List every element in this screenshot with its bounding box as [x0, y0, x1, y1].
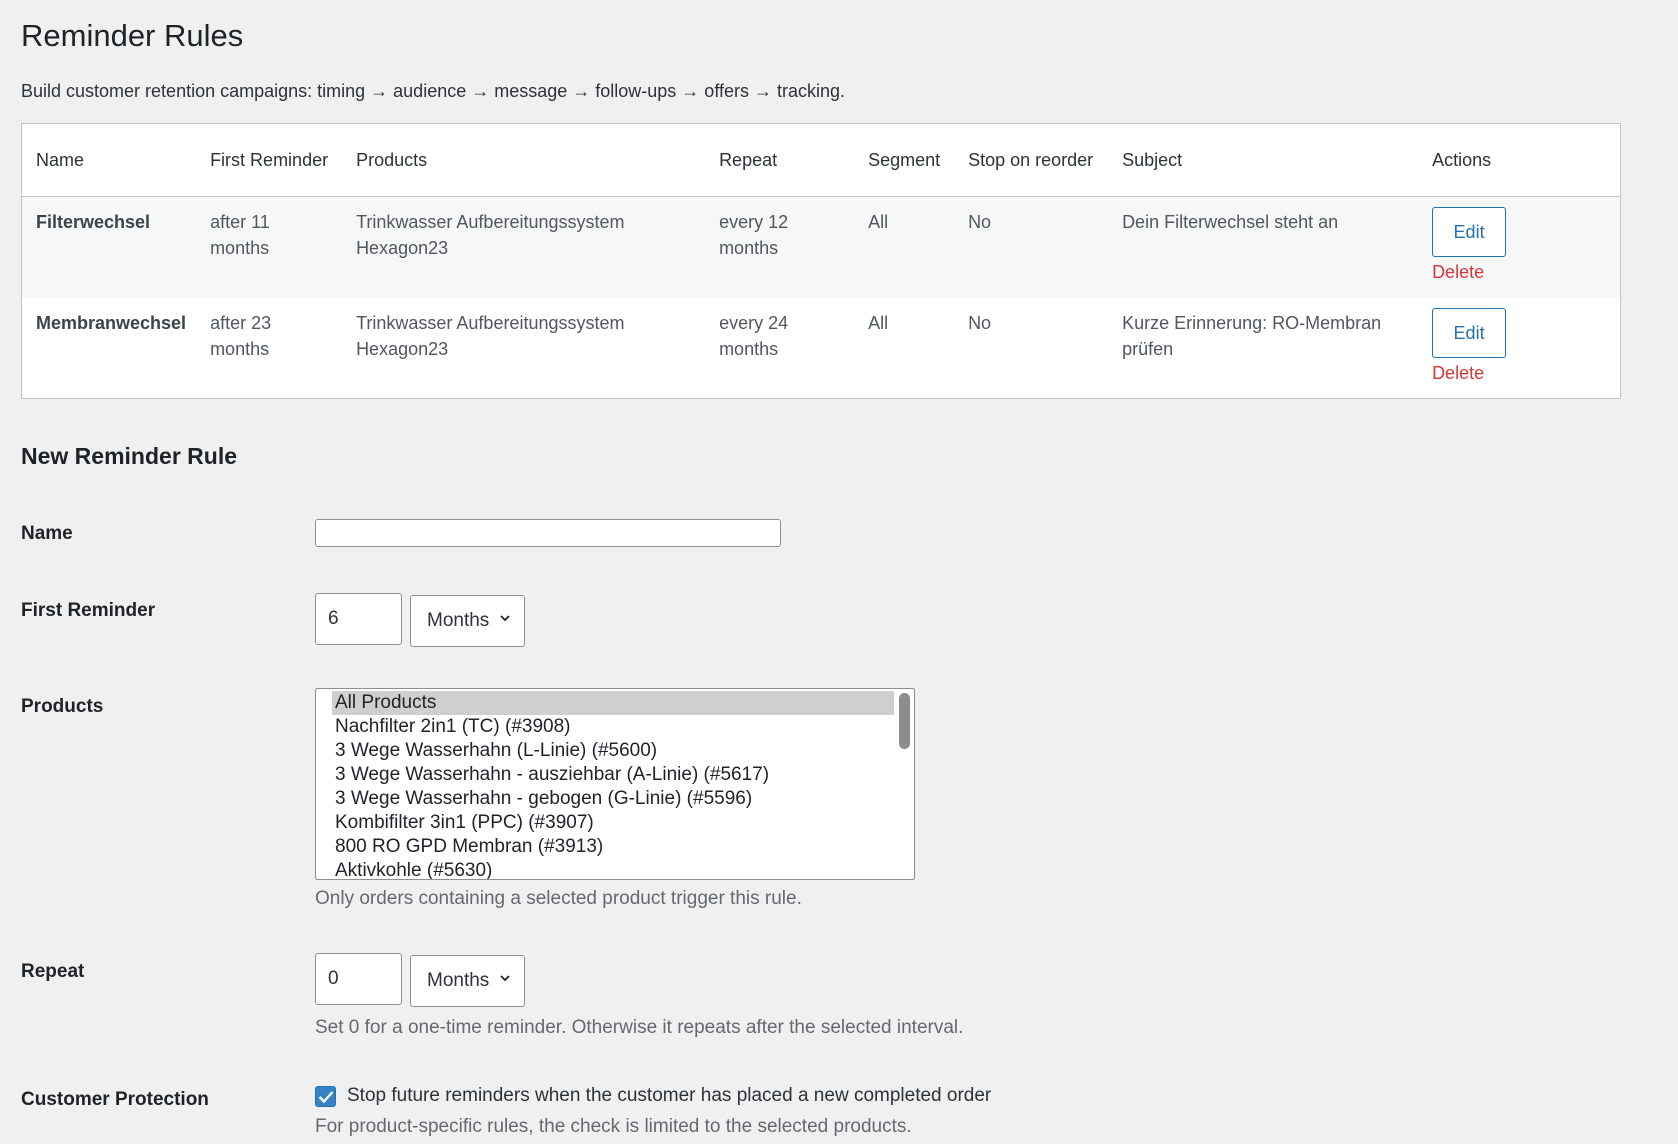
customer-protection-hint: For product-specific rules, the check is… — [315, 1116, 912, 1137]
table-row: Membranwechsel after 23 months Trinkwass… — [22, 298, 1621, 399]
rule-segment: All — [868, 212, 889, 232]
product-option[interactable]: 3 Wege Wasserhahn - gebogen (G-Linie) (#… — [316, 787, 914, 811]
product-option[interactable]: Aktivkohle (#5630) — [316, 859, 914, 879]
table-row: Filterwechsel after 11 months Trinkwasse… — [21, 196, 1621, 298]
column-header-segment: Segment — [854, 123, 955, 197]
first-reminder-number-input[interactable]: 6 — [315, 593, 402, 645]
product-option[interactable]: Nachfilter 2in1 (TC) (#3908) — [316, 715, 914, 739]
name-label: Name — [21, 523, 73, 544]
customer-protection-label: Customer Protection — [21, 1089, 209, 1110]
column-header-products: Products — [342, 123, 706, 197]
edit-button[interactable]: Edit — [1432, 307, 1507, 358]
product-option[interactable]: 3 Wege Wasserhahn - ausziehbar (A-Linie)… — [316, 763, 914, 787]
page-title: Reminder Rules — [21, 18, 244, 53]
rule-segment: All — [868, 312, 889, 333]
rule-products: Trinkwasser Aufbereitungssystem Hexagon2… — [356, 312, 625, 359]
rule-actions: Edit Delete — [1418, 197, 1620, 298]
rule-first-reminder: after 23 months — [210, 312, 272, 359]
rule-repeat: every 24 months — [719, 312, 789, 359]
rule-subject: Kurze Erinnerung: RO-Membran prüfen — [1122, 312, 1382, 359]
column-header-name: Name — [21, 123, 197, 197]
rule-name: Filterwechsel — [36, 212, 151, 232]
delete-link[interactable]: Delete — [1432, 259, 1610, 285]
name-input[interactable] — [315, 519, 781, 547]
repeat-hint: Set 0 for a one-time reminder. Otherwise… — [315, 1017, 964, 1038]
table-header-row: Name First Reminder Products Repeat Segm… — [21, 123, 1621, 197]
column-header-stop-on-reorder: Stop on reorder — [954, 123, 1109, 197]
listbox-scrollbar[interactable] — [899, 693, 910, 749]
column-header-subject: Subject — [1108, 123, 1419, 197]
chevron-down-icon — [500, 615, 510, 622]
rule-subject: Dein Filterwechsel steht an — [1122, 212, 1339, 232]
column-header-actions: Actions — [1418, 123, 1621, 197]
product-option[interactable]: 800 RO GPD Membran (#3913) — [316, 835, 914, 859]
checkmark-icon — [318, 1091, 334, 1104]
rules-table: Name First Reminder Products Repeat Segm… — [21, 123, 1621, 399]
rule-products: Trinkwasser Aufbereitungssystem Hexagon2… — [356, 212, 625, 258]
stop-on-reorder-checkbox[interactable] — [315, 1086, 336, 1107]
first-reminder-unit-select[interactable]: Months — [410, 595, 525, 647]
column-header-first-reminder: First Reminder — [196, 123, 343, 197]
rule-actions: Edit Delete — [1418, 298, 1620, 399]
product-option[interactable]: All Products — [332, 691, 894, 715]
rule-stop-on-reorder: No — [968, 212, 992, 232]
rule-name: Membranwechsel — [36, 312, 187, 333]
repeat-unit-select[interactable]: Months — [410, 955, 525, 1007]
product-option[interactable]: Kombifilter 3in1 (PPC) (#3907) — [316, 811, 914, 835]
repeat-unit-value: Months — [427, 970, 490, 991]
stop-on-reorder-checkbox-label[interactable]: Stop future reminders when the customer … — [347, 1085, 991, 1107]
column-header-repeat: Repeat — [705, 123, 855, 197]
first-reminder-unit-value: Months — [427, 610, 490, 631]
delete-link[interactable]: Delete — [1432, 360, 1610, 386]
rule-first-reminder: after 11 months — [210, 212, 270, 258]
products-multiselect[interactable]: All Products Nachfilter 2in1 (TC) (#3908… — [315, 688, 915, 880]
section-title-new-rule: New Reminder Rule — [21, 443, 237, 469]
page-intro: Build customer retention campaigns: timi… — [21, 81, 846, 101]
rule-stop-on-reorder: No — [968, 312, 992, 333]
repeat-label: Repeat — [21, 961, 85, 982]
products-label: Products — [21, 696, 104, 717]
product-option[interactable]: 3 Wege Wasserhahn (L-Linie) (#5600) — [316, 739, 914, 763]
edit-button[interactable]: Edit — [1432, 207, 1507, 257]
rule-repeat: every 12 months — [719, 212, 789, 258]
chevron-down-icon — [500, 975, 510, 982]
products-hint: Only orders containing a selected produc… — [315, 888, 802, 909]
repeat-number-input[interactable]: 0 — [315, 953, 402, 1005]
first-reminder-label: First Reminder — [21, 600, 156, 621]
